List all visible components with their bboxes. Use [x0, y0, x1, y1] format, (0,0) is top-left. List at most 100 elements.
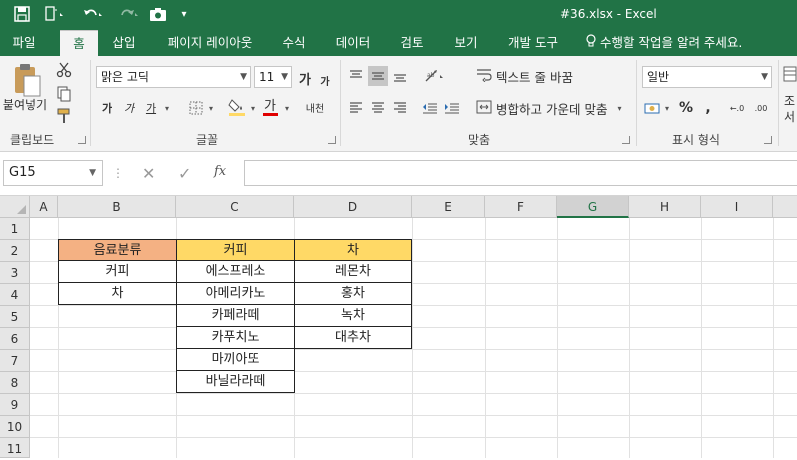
- row-header-7[interactable]: 7: [0, 350, 30, 372]
- font-color-button[interactable]: 가: [262, 94, 278, 116]
- cell-b4[interactable]: 차: [58, 283, 177, 305]
- align-center-icon[interactable]: [368, 98, 388, 118]
- row-header-9[interactable]: 9: [0, 394, 30, 416]
- cell-d4[interactable]: 홍차: [294, 283, 412, 305]
- tab-home[interactable]: 홈: [60, 30, 98, 56]
- phonetic-button[interactable]: 내천: [304, 96, 326, 118]
- tell-me-box[interactable]: 수행할 작업을 알려 주세요.: [586, 30, 742, 56]
- cell-d5[interactable]: 녹차: [294, 305, 412, 327]
- format-painter-icon[interactable]: [54, 106, 74, 126]
- column-header-f[interactable]: F: [485, 196, 557, 218]
- tab-review[interactable]: 검토: [392, 30, 432, 56]
- number-format-combo[interactable]: 일반 ▼: [642, 66, 772, 88]
- styles-label-2[interactable]: 서: [782, 108, 797, 124]
- cell-b3[interactable]: 커피: [58, 261, 177, 283]
- row-header-6[interactable]: 6: [0, 328, 30, 350]
- camera-icon[interactable]: [146, 3, 170, 25]
- column-header-c[interactable]: C: [176, 196, 294, 218]
- column-header-d[interactable]: D: [294, 196, 412, 218]
- row-header-5[interactable]: 5: [0, 306, 30, 328]
- merge-center-button[interactable]: 병합하고 가운데 맞춤 ▾: [476, 98, 621, 118]
- font-name-combo[interactable]: 맑은 고딕 ▼: [96, 66, 251, 88]
- conditional-format-icon[interactable]: [782, 64, 797, 84]
- tab-formulas[interactable]: 수식: [274, 30, 314, 56]
- align-left-icon[interactable]: [346, 98, 366, 118]
- worksheet-grid[interactable]: A B C D E F G H I 1 2 3 4 5 6 7 8 9 10 1…: [0, 196, 797, 458]
- row-header-4[interactable]: 4: [0, 284, 30, 306]
- clipboard-launcher-icon[interactable]: [78, 136, 86, 144]
- drag-handle-icon[interactable]: ⋮: [112, 166, 124, 180]
- decrease-indent-icon[interactable]: [420, 98, 440, 118]
- formula-input[interactable]: [244, 160, 797, 186]
- paste-button[interactable]: 붙여넣기: [0, 96, 50, 112]
- decrease-decimal-button[interactable]: .00: [750, 98, 772, 118]
- column-header-g[interactable]: G: [557, 196, 629, 218]
- bold-button[interactable]: 가: [98, 98, 116, 118]
- cell-c7[interactable]: 마끼아또: [176, 349, 295, 371]
- font-launcher-icon[interactable]: [328, 136, 336, 144]
- cell-c3[interactable]: 에스프레소: [176, 261, 295, 283]
- cell-b2[interactable]: 음료분류: [58, 239, 177, 261]
- row-header-3[interactable]: 3: [0, 262, 30, 284]
- cell-c6[interactable]: 카푸치노: [176, 327, 295, 349]
- chevron-down-icon[interactable]: ▾: [662, 98, 672, 118]
- grow-font-button[interactable]: 가: [296, 68, 314, 88]
- orientation-icon[interactable]: ab: [420, 66, 450, 86]
- italic-button[interactable]: 가: [120, 98, 138, 118]
- tab-developer[interactable]: 개발 도구: [500, 30, 566, 56]
- column-header-b[interactable]: B: [58, 196, 176, 218]
- row-header-1[interactable]: 1: [0, 218, 30, 240]
- chevron-down-icon[interactable]: ▾: [282, 98, 292, 118]
- font-size-combo[interactable]: 11 ▼: [254, 66, 292, 88]
- select-all-button[interactable]: [0, 196, 30, 218]
- align-top-icon[interactable]: [346, 66, 366, 86]
- column-header-h[interactable]: H: [629, 196, 701, 218]
- cell-d3[interactable]: 레몬차: [294, 261, 412, 283]
- enter-icon[interactable]: ✓: [178, 164, 191, 183]
- row-header-10[interactable]: 10: [0, 416, 30, 438]
- chevron-down-icon[interactable]: ▾: [206, 98, 216, 118]
- touch-mode-icon[interactable]: [40, 3, 70, 25]
- cell-c5[interactable]: 카페라떼: [176, 305, 295, 327]
- chevron-down-icon[interactable]: ▾: [162, 98, 172, 118]
- copy-icon[interactable]: [54, 84, 74, 104]
- styles-label-1[interactable]: 조: [782, 92, 797, 108]
- save-icon[interactable]: [10, 3, 34, 25]
- tab-page-layout[interactable]: 페이지 레이아웃: [158, 30, 262, 56]
- fill-color-icon[interactable]: [226, 96, 248, 118]
- align-right-icon[interactable]: [390, 98, 410, 118]
- redo-icon[interactable]: [114, 3, 144, 25]
- wrap-text-button[interactable]: 텍스트 줄 바꿈: [476, 66, 573, 86]
- paste-icon[interactable]: [8, 60, 46, 100]
- chevron-down-icon[interactable]: ▾: [617, 104, 621, 113]
- chevron-down-icon[interactable]: ▾: [248, 98, 258, 118]
- alignment-launcher-icon[interactable]: [622, 136, 630, 144]
- insert-function-icon[interactable]: fx: [214, 164, 226, 179]
- row-header-2[interactable]: 2: [0, 240, 30, 262]
- cell-c8[interactable]: 바닐라라떼: [176, 371, 295, 393]
- column-header-a[interactable]: A: [30, 196, 58, 218]
- tab-view[interactable]: 보기: [446, 30, 486, 56]
- number-launcher-icon[interactable]: [764, 136, 772, 144]
- column-header-e[interactable]: E: [412, 196, 485, 218]
- cell-d6[interactable]: 대추차: [294, 327, 412, 349]
- borders-icon[interactable]: [186, 98, 206, 118]
- customize-icon[interactable]: ▾: [176, 3, 192, 25]
- cell-c2[interactable]: 커피: [176, 239, 295, 261]
- tab-file[interactable]: 파일: [4, 30, 44, 56]
- align-bottom-icon[interactable]: [390, 66, 410, 86]
- column-header-i[interactable]: I: [701, 196, 773, 218]
- accounting-format-icon[interactable]: [642, 98, 664, 118]
- cell-d2[interactable]: 차: [294, 239, 412, 261]
- comma-style-button[interactable]: ,: [698, 98, 718, 118]
- percent-style-button[interactable]: %: [676, 98, 696, 118]
- shrink-font-button[interactable]: 가: [316, 70, 334, 90]
- undo-icon[interactable]: [78, 3, 108, 25]
- cell-c4[interactable]: 아메리카노: [176, 283, 295, 305]
- row-header-11[interactable]: 11: [0, 438, 30, 458]
- cut-icon[interactable]: [54, 60, 74, 80]
- increase-decimal-button[interactable]: ←.0: [726, 98, 748, 118]
- tab-data[interactable]: 데이터: [328, 30, 378, 56]
- cancel-icon[interactable]: ✕: [142, 164, 155, 183]
- column-header-partial[interactable]: [773, 196, 797, 218]
